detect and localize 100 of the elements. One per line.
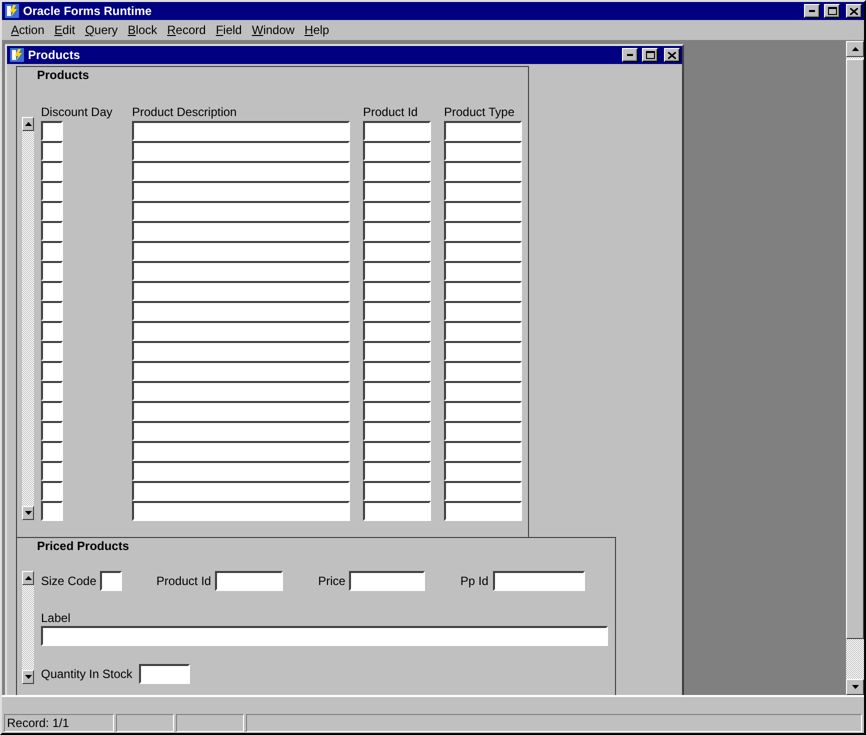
input-field[interactable] — [41, 241, 63, 261]
input-field[interactable] — [363, 121, 431, 141]
input-field[interactable] — [444, 241, 522, 261]
input-field[interactable] — [132, 421, 350, 441]
input-field[interactable] — [444, 141, 522, 161]
input-field[interactable] — [41, 141, 63, 161]
menu-item[interactable]: Block — [122, 23, 162, 37]
input-field[interactable] — [363, 241, 431, 261]
input-field[interactable] — [363, 161, 431, 181]
input-field[interactable] — [363, 481, 431, 501]
input-field[interactable] — [444, 261, 522, 281]
input-field[interactable] — [132, 201, 350, 221]
input-field[interactable] — [41, 181, 63, 201]
minimize-button[interactable] — [804, 4, 820, 18]
input-field[interactable] — [132, 161, 350, 181]
input-field[interactable] — [363, 341, 431, 361]
input-field[interactable] — [41, 421, 63, 441]
maximize-button[interactable] — [824, 4, 840, 18]
input-field[interactable] — [444, 441, 522, 461]
close-button[interactable] — [664, 48, 680, 62]
input-field[interactable] — [41, 461, 63, 481]
scroll-up-button[interactable] — [846, 41, 864, 57]
input-field[interactable] — [41, 401, 63, 421]
input-field[interactable] — [444, 301, 522, 321]
input-field[interactable] — [132, 341, 350, 361]
menu-item[interactable]: Field — [210, 23, 247, 37]
input-field[interactable] — [363, 261, 431, 281]
menu-item[interactable]: Action — [6, 23, 50, 37]
input-field[interactable] — [444, 381, 522, 401]
input-field[interactable] — [41, 341, 63, 361]
input-field[interactable] — [132, 261, 350, 281]
menu-item[interactable]: Window — [246, 23, 300, 37]
input-field[interactable] — [349, 571, 426, 591]
input-field[interactable] — [363, 501, 431, 521]
input-field[interactable] — [41, 161, 63, 181]
input-field[interactable] — [41, 381, 63, 401]
input-field[interactable] — [363, 281, 431, 301]
input-field[interactable] — [363, 201, 431, 221]
scroll-down-button[interactable] — [22, 670, 34, 684]
input-field[interactable] — [132, 441, 350, 461]
input-field[interactable] — [41, 501, 63, 521]
maximize-button[interactable] — [642, 48, 658, 62]
input-field[interactable] — [132, 401, 350, 421]
input-field[interactable] — [41, 301, 63, 321]
minimize-button[interactable] — [622, 48, 638, 62]
input-field[interactable] — [132, 321, 350, 341]
input-field[interactable] — [444, 181, 522, 201]
input-field[interactable] — [132, 301, 350, 321]
menu-item[interactable]: Edit — [49, 23, 80, 37]
input-field[interactable] — [444, 421, 522, 441]
input-field[interactable] — [132, 381, 350, 401]
input-field[interactable] — [363, 441, 431, 461]
input-field[interactable] — [363, 321, 431, 341]
input-field[interactable] — [132, 241, 350, 261]
input-field[interactable] — [41, 441, 63, 461]
input-field[interactable] — [363, 421, 431, 441]
input-field[interactable] — [363, 461, 431, 481]
input-field[interactable] — [132, 121, 350, 141]
input-field[interactable] — [363, 361, 431, 381]
input-field[interactable] — [41, 261, 63, 281]
menu-item[interactable]: Query — [80, 23, 123, 37]
menu-item[interactable]: Record — [162, 23, 211, 37]
input-field[interactable] — [132, 481, 350, 501]
input-field[interactable] — [444, 341, 522, 361]
input-field[interactable] — [41, 626, 608, 646]
input-field[interactable] — [444, 161, 522, 181]
input-field[interactable] — [444, 201, 522, 221]
input-field[interactable] — [100, 571, 122, 591]
input-field[interactable] — [41, 221, 63, 241]
input-field[interactable] — [132, 181, 350, 201]
input-field[interactable] — [444, 321, 522, 341]
input-field[interactable] — [493, 571, 586, 591]
scroll-up-button[interactable] — [22, 571, 34, 585]
input-field[interactable] — [41, 121, 63, 141]
input-field[interactable] — [41, 481, 63, 501]
input-field[interactable] — [41, 321, 63, 341]
input-field[interactable] — [363, 221, 431, 241]
input-field[interactable] — [444, 481, 522, 501]
input-field[interactable] — [41, 281, 63, 301]
close-button[interactable] — [846, 4, 862, 18]
input-field[interactable] — [41, 201, 63, 221]
scroll-up-button[interactable] — [22, 117, 34, 131]
input-field[interactable] — [132, 501, 350, 521]
input-field[interactable] — [132, 461, 350, 481]
input-field[interactable] — [132, 141, 350, 161]
input-field[interactable] — [363, 141, 431, 161]
input-field[interactable] — [444, 401, 522, 421]
input-field[interactable] — [41, 361, 63, 381]
input-field[interactable] — [444, 461, 522, 481]
input-field[interactable] — [132, 221, 350, 241]
scroll-down-button[interactable] — [846, 679, 864, 695]
menu-item[interactable]: Help — [300, 23, 334, 37]
scroll-down-button[interactable] — [22, 506, 34, 520]
input-field[interactable] — [444, 121, 522, 141]
input-field[interactable] — [132, 361, 350, 381]
input-field[interactable] — [444, 501, 522, 521]
input-field[interactable] — [444, 281, 522, 301]
input-field[interactable] — [363, 401, 431, 421]
input-field[interactable] — [444, 361, 522, 381]
input-field[interactable] — [444, 221, 522, 241]
